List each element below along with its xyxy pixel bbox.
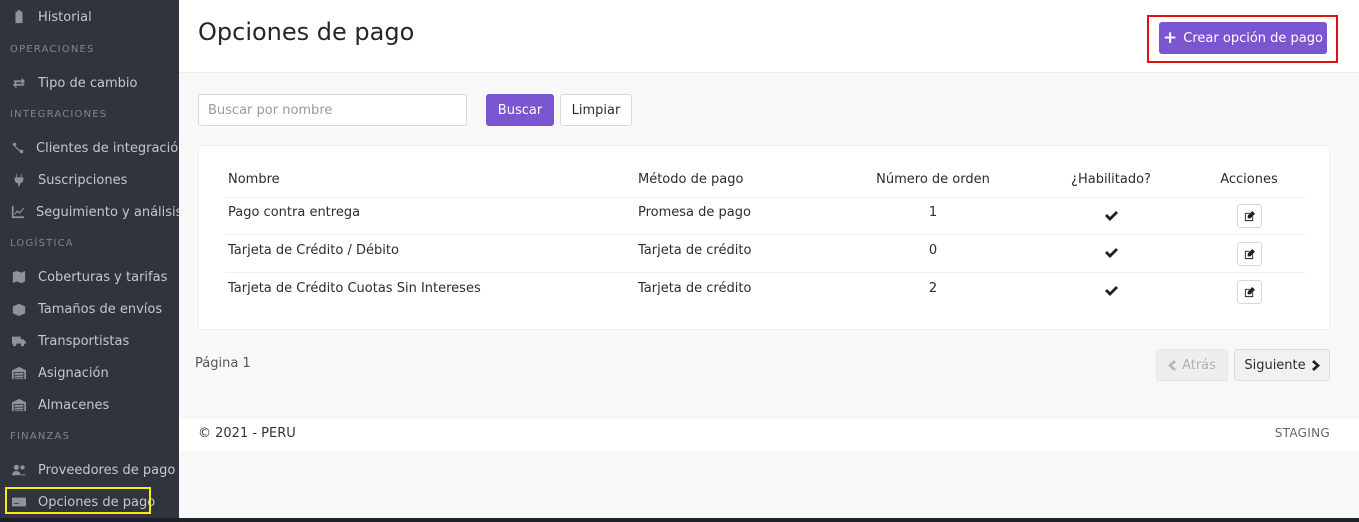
sidebar-item-tipo-de-cambio[interactable]: Tipo de cambio — [0, 69, 179, 97]
previous-label: Atrás — [1182, 357, 1216, 373]
row-divider — [225, 272, 1305, 273]
sidebar-section-title: FINANZAS — [10, 431, 71, 442]
search-button[interactable]: Buscar — [486, 94, 554, 126]
sidebar-item-transportistas[interactable]: Transportistas — [0, 327, 179, 355]
cell-method: Promesa de pago — [638, 205, 751, 220]
users-icon — [11, 462, 27, 478]
box-icon — [11, 301, 27, 317]
sidebar-item-label: Historial — [38, 9, 92, 25]
edit-button[interactable] — [1237, 204, 1262, 228]
sidebar-scrollbar[interactable] — [0, 518, 179, 522]
truck-icon — [11, 333, 27, 349]
column-header-order: Número de orden — [876, 172, 990, 187]
cell-order: 1 — [928, 205, 938, 220]
plug-icon — [11, 172, 27, 188]
page-header: Opciones de pago + Crear opción de pago — [179, 0, 1359, 73]
sidebar: Historial OPERACIONES Tipo de cambio INT… — [0, 0, 179, 522]
next-label: Siguiente — [1244, 357, 1306, 373]
sidebar-item-historial[interactable]: Historial — [0, 3, 179, 31]
search-input[interactable] — [198, 94, 467, 126]
next-page-button[interactable]: Siguiente — [1234, 349, 1330, 381]
cell-name: Pago contra entrega — [228, 205, 361, 220]
sidebar-item-label: Proveedores de pago — [38, 462, 176, 478]
sidebar-item-proveedores-de-pago[interactable]: Proveedores de pago — [0, 456, 179, 484]
plus-icon: + — [1163, 27, 1178, 48]
create-payment-option-button[interactable]: + Crear opción de pago — [1159, 22, 1327, 54]
column-header-name: Nombre — [228, 172, 280, 187]
column-header-enabled: ¿Habilitado? — [1071, 172, 1151, 187]
sidebar-item-almacenes[interactable]: Almacenes — [0, 391, 179, 419]
sidebar-item-coberturas-y-tarifas[interactable]: Coberturas y tarifas — [0, 263, 179, 291]
sidebar-item-label: Almacenes — [38, 397, 110, 413]
active-item-highlight — [5, 487, 151, 514]
warehouse-icon — [11, 397, 27, 413]
clear-button[interactable]: Limpiar — [560, 94, 632, 126]
integration-icon — [11, 140, 25, 156]
check-icon — [1104, 244, 1120, 258]
column-header-actions: Acciones — [1220, 172, 1278, 187]
page-title: Opciones de pago — [198, 18, 415, 46]
sidebar-item-label: Suscripciones — [38, 172, 128, 188]
sidebar-item-label: Transportistas — [38, 333, 130, 349]
sidebar-item-tamanos-de-envios[interactable]: Tamaños de envíos — [0, 295, 179, 323]
sidebar-section-title: OPERACIONES — [10, 44, 95, 55]
check-icon — [1104, 207, 1120, 221]
previous-page-button[interactable]: Atrás — [1156, 349, 1228, 381]
environment-label: STAGING — [1274, 426, 1330, 440]
cell-name: Tarjeta de Crédito Cuotas Sin Intereses — [228, 281, 481, 296]
warehouse-icon — [11, 365, 27, 381]
create-button-label: Crear opción de pago — [1183, 30, 1323, 46]
row-divider — [225, 197, 1305, 198]
edit-button[interactable] — [1237, 280, 1262, 304]
footer: © 2021 - PERU STAGING — [179, 419, 1359, 451]
edit-icon — [1244, 210, 1255, 221]
cell-name: Tarjeta de Crédito / Débito — [228, 243, 399, 258]
sidebar-item-clientes-de-integracion[interactable]: Clientes de integración — [0, 134, 179, 162]
cell-order: 0 — [928, 243, 938, 258]
edit-button[interactable] — [1237, 242, 1262, 266]
copyright: © 2021 - PERU — [198, 426, 296, 441]
edit-icon — [1244, 248, 1255, 259]
page-indicator: Página 1 — [195, 356, 251, 371]
cell-method: Tarjeta de crédito — [638, 281, 752, 296]
clipboard-icon — [11, 9, 27, 25]
sidebar-item-label: Coberturas y tarifas — [38, 269, 168, 285]
cell-method: Tarjeta de crédito — [638, 243, 752, 258]
exchange-icon — [11, 75, 27, 91]
chevron-right-icon — [1311, 359, 1320, 371]
sidebar-item-label: Seguimiento y análisis — [36, 204, 179, 220]
horizontal-scrollbar[interactable] — [179, 518, 1359, 522]
column-header-method: Método de pago — [638, 172, 744, 187]
edit-icon — [1244, 286, 1255, 297]
sidebar-section-title: INTEGRACIONES — [10, 109, 108, 120]
chart-line-icon — [11, 204, 25, 220]
cell-order: 2 — [928, 281, 938, 296]
sidebar-item-suscripciones[interactable]: Suscripciones — [0, 166, 179, 194]
map-icon — [11, 269, 27, 285]
sidebar-section-title: LOGÍSTICA — [10, 238, 74, 249]
sidebar-item-label: Asignación — [38, 365, 109, 381]
row-divider — [225, 234, 1305, 235]
payment-options-table: Nombre Método de pago Número de orden ¿H… — [198, 145, 1330, 330]
chevron-left-icon — [1168, 359, 1177, 371]
check-icon — [1104, 282, 1120, 296]
sidebar-item-label: Tipo de cambio — [38, 75, 138, 91]
sidebar-item-label: Tamaños de envíos — [38, 301, 163, 317]
sidebar-item-seguimiento-y-analisis[interactable]: Seguimiento y análisis — [0, 198, 179, 226]
sidebar-item-asignacion[interactable]: Asignación — [0, 359, 179, 387]
sidebar-item-label: Clientes de integración — [36, 140, 179, 156]
